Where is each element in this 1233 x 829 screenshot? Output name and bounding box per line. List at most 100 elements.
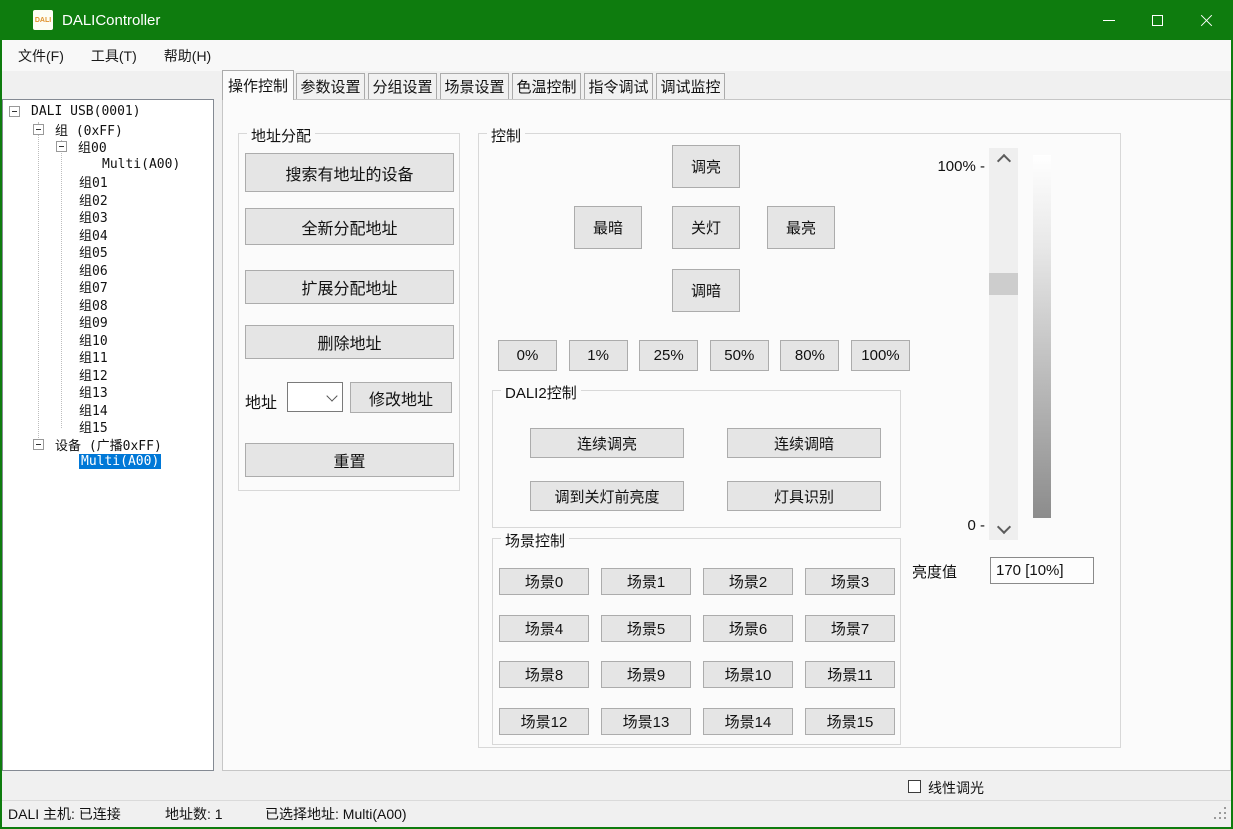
tree-item-group05[interactable]: 组05 (3, 243, 213, 261)
window-title: DALIController (62, 0, 160, 40)
tab-debug-monitor[interactable]: 调试监控 (656, 73, 725, 99)
scene-6-button[interactable]: 场景6 (703, 615, 793, 642)
scene-2-button[interactable]: 场景2 (703, 568, 793, 595)
tree-item-group14[interactable]: 组14 (3, 401, 213, 419)
scene-15-button[interactable]: 场景15 (805, 708, 895, 735)
slider-0-label: 0 - (929, 517, 985, 534)
percent-100-button[interactable]: 100% (851, 340, 910, 371)
tree-item-root[interactable]: DALI USB(0001) (3, 103, 213, 121)
tree-item-group07[interactable]: 组07 (3, 278, 213, 296)
close-icon (1199, 13, 1214, 28)
scene-14-button[interactable]: 场景14 (703, 708, 793, 735)
scroll-down-icon[interactable] (996, 520, 1010, 534)
resize-grip[interactable] (1224, 807, 1226, 809)
scene-12-button[interactable]: 场景12 (499, 708, 589, 735)
dim-up-button[interactable]: 调亮 (672, 145, 740, 188)
tree-item-groups[interactable]: 组 (0xFF) (3, 121, 213, 139)
luminaire-identify-button[interactable]: 灯具识别 (727, 481, 881, 511)
collapse-icon[interactable] (33, 124, 44, 135)
tree-item-group01[interactable]: 组01 (3, 173, 213, 191)
menu-tools[interactable]: 工具(T) (91, 46, 137, 66)
dim-down-button[interactable]: 调暗 (672, 269, 740, 312)
scene-11-button[interactable]: 场景11 (805, 661, 895, 688)
menu-file[interactable]: 文件(F) (18, 46, 64, 66)
tree-item-group09[interactable]: 组09 (3, 313, 213, 331)
percent-80-button[interactable]: 80% (780, 340, 839, 371)
scroll-up-icon[interactable] (996, 154, 1010, 168)
scene-1-button[interactable]: 场景1 (601, 568, 691, 595)
address-combobox[interactable] (287, 382, 343, 412)
brightness-value-label: 亮度值 (912, 561, 957, 582)
tab-operation-control[interactable]: 操作控制 (222, 70, 294, 100)
tab-color-temp-control[interactable]: 色温控制 (512, 73, 581, 99)
tree-item-group11[interactable]: 组11 (3, 348, 213, 366)
tree-item-group00[interactable]: 组00 (3, 138, 213, 156)
brightness-scrollbar[interactable] (989, 148, 1018, 540)
minimize-button[interactable] (1084, 0, 1133, 40)
scene-13-button[interactable]: 场景13 (601, 708, 691, 735)
reset-button[interactable]: 重置 (245, 443, 454, 477)
tree-item-multi-selected[interactable]: Multi(A00) (3, 453, 213, 471)
search-addressed-devices-button[interactable]: 搜索有地址的设备 (245, 153, 454, 192)
percent-25-button[interactable]: 25% (639, 340, 698, 371)
device-tree: DALI USB(0001) 组 (0xFF) 组00 Multi(A00) 组… (2, 99, 214, 771)
app-window: DALI DALIController 文件(F) 工具(T) 帮助(H) DA… (0, 0, 1233, 829)
percent-1-button[interactable]: 1% (569, 340, 628, 371)
tree-item-group03[interactable]: 组03 (3, 208, 213, 226)
tab-scene-settings[interactable]: 场景设置 (440, 73, 509, 99)
percent-50-button[interactable]: 50% (710, 340, 769, 371)
slider-100-label: 100% - (929, 158, 985, 175)
scene-10-button[interactable]: 场景10 (703, 661, 793, 688)
modify-address-button[interactable]: 修改地址 (350, 382, 452, 413)
scene-0-button[interactable]: 场景0 (499, 568, 589, 595)
tree-item-group15[interactable]: 组15 (3, 418, 213, 436)
percent-0-button[interactable]: 0% (498, 340, 557, 371)
linear-dimming-checkbox[interactable] (908, 780, 921, 793)
brightness-value-field[interactable]: 170 [10%] (990, 557, 1094, 584)
delete-address-button[interactable]: 删除地址 (245, 325, 454, 359)
collapse-icon[interactable] (33, 439, 44, 450)
maximize-button[interactable] (1133, 0, 1182, 40)
group-title: 控制 (487, 125, 525, 146)
assign-new-address-button[interactable]: 全新分配地址 (245, 208, 454, 245)
tree-item-group10[interactable]: 组10 (3, 331, 213, 349)
menu-help[interactable]: 帮助(H) (164, 46, 211, 66)
continuous-dim-up-button[interactable]: 连续调亮 (530, 428, 684, 458)
scene-button-grid: 场景0 场景1 场景2 场景3 场景4 场景5 场景6 场景7 场景8 场景9 … (499, 568, 895, 735)
tab-parameter-settings[interactable]: 参数设置 (296, 73, 365, 99)
chevron-down-icon (326, 390, 337, 401)
scrollbar-thumb[interactable] (989, 273, 1018, 295)
tab-group-settings[interactable]: 分组设置 (368, 73, 437, 99)
scene-9-button[interactable]: 场景9 (601, 661, 691, 688)
max-brightness-button[interactable]: 最亮 (767, 206, 835, 249)
tree-item-devices[interactable]: 设备 (广播0xFF) (3, 436, 213, 454)
group-title: 场景控制 (501, 530, 569, 551)
tree-item-group12[interactable]: 组12 (3, 366, 213, 384)
restore-pre-off-brightness-button[interactable]: 调到关灯前亮度 (530, 481, 684, 511)
min-brightness-button[interactable]: 最暗 (574, 206, 642, 249)
tab-command-debug[interactable]: 指令调试 (584, 73, 653, 99)
brightness-gradient-bar (1033, 155, 1051, 518)
tree-item-group06[interactable]: 组06 (3, 261, 213, 279)
collapse-icon[interactable] (56, 141, 67, 152)
collapse-icon[interactable] (9, 106, 20, 117)
scene-7-button[interactable]: 场景7 (805, 615, 895, 642)
statusbar: DALI 主机: 已连接 地址数: 1 已选择地址: Multi(A00) (0, 800, 1233, 827)
app-icon: DALI (33, 10, 53, 30)
close-button[interactable] (1182, 0, 1231, 40)
scene-4-button[interactable]: 场景4 (499, 615, 589, 642)
continuous-dim-down-button[interactable]: 连续调暗 (727, 428, 881, 458)
tree-item-group13[interactable]: 组13 (3, 383, 213, 401)
tree-item-group02[interactable]: 组02 (3, 191, 213, 209)
scene-5-button[interactable]: 场景5 (601, 615, 691, 642)
tree-item-multi[interactable]: Multi(A00) (3, 156, 213, 174)
tree-item-group08[interactable]: 组08 (3, 296, 213, 314)
light-off-button[interactable]: 关灯 (672, 206, 740, 249)
tree-item-group04[interactable]: 组04 (3, 226, 213, 244)
linear-dimming-label: 线性调光 (928, 778, 984, 798)
scene-3-button[interactable]: 场景3 (805, 568, 895, 595)
percent-button-row: 0% 1% 25% 50% 80% 100% (498, 340, 910, 371)
extend-assign-address-button[interactable]: 扩展分配地址 (245, 270, 454, 304)
scene-8-button[interactable]: 场景8 (499, 661, 589, 688)
group-title: 地址分配 (247, 125, 315, 146)
